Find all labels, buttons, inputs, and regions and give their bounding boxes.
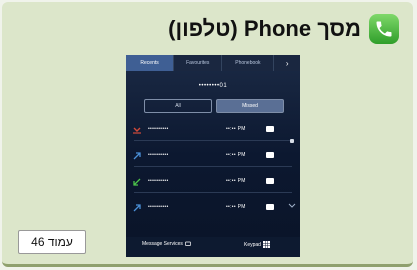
keypad-icon <box>262 241 270 248</box>
call-info-icon[interactable] <box>266 126 274 132</box>
divider <box>134 166 292 167</box>
outgoing-call-icon <box>133 152 141 160</box>
tab-phonebook[interactable]: Phonebook <box>222 55 275 71</box>
divider <box>134 140 292 141</box>
call-time: ••:•• PM <box>226 126 246 132</box>
call-info-icon[interactable] <box>266 152 274 158</box>
call-row[interactable]: •••••••••• ••:•• PM <box>126 199 300 217</box>
tab-favourites[interactable]: Favourites <box>174 55 223 71</box>
call-number: •••••••••• <box>148 152 169 158</box>
tab-bar: Recents Favourites Phonebook › <box>126 55 300 71</box>
message-icon <box>185 241 191 246</box>
call-number: •••••••••• <box>148 204 169 210</box>
tab-more-arrow[interactable]: › <box>274 55 300 71</box>
outgoing-call-icon <box>133 204 141 212</box>
call-number: •••••••••• <box>148 126 169 132</box>
content-card: מסך Phone (טלפון) Recents Favourites Pho… <box>2 2 413 267</box>
call-row[interactable]: •••••••••• ••:•• PM <box>126 173 300 191</box>
bottom-bar: Message Services Keypad <box>126 237 300 257</box>
phone-app-icon <box>369 14 399 44</box>
filter-all-button[interactable]: All <box>144 99 212 113</box>
incoming-call-icon <box>133 178 141 186</box>
title-bar: מסך Phone (טלפון) <box>168 9 399 49</box>
message-services-label: Message Services <box>142 241 183 247</box>
call-filter: All Missed <box>144 99 284 113</box>
call-time: ••:•• PM <box>226 152 246 158</box>
call-time: ••:•• PM <box>226 178 246 184</box>
call-time: ••:•• PM <box>226 204 246 210</box>
keypad-label: Keypad <box>244 241 261 248</box>
scroll-indicator <box>290 139 294 143</box>
dialed-number: ••••••••01 <box>198 83 228 89</box>
phone-screen: Recents Favourites Phonebook › ••••••••0… <box>126 55 300 257</box>
missed-call-icon <box>133 127 141 134</box>
call-number: •••••••••• <box>148 178 169 184</box>
page-title: מסך Phone (טלפון) <box>168 16 361 41</box>
message-services-button[interactable]: Message Services <box>142 241 191 247</box>
call-row[interactable]: •••••••••• ••:•• PM <box>126 121 300 139</box>
keypad-button[interactable]: Keypad <box>244 241 270 248</box>
divider <box>134 192 292 193</box>
filter-missed-button[interactable]: Missed <box>216 99 284 113</box>
call-info-icon[interactable] <box>266 178 274 184</box>
call-row[interactable]: •••••••••• ••:•• PM <box>126 147 300 165</box>
chevron-down-icon[interactable] <box>288 203 296 209</box>
call-info-icon[interactable] <box>266 204 274 210</box>
tab-recents[interactable]: Recents <box>126 55 175 71</box>
page-number-label: עמוד 46 <box>18 230 86 254</box>
